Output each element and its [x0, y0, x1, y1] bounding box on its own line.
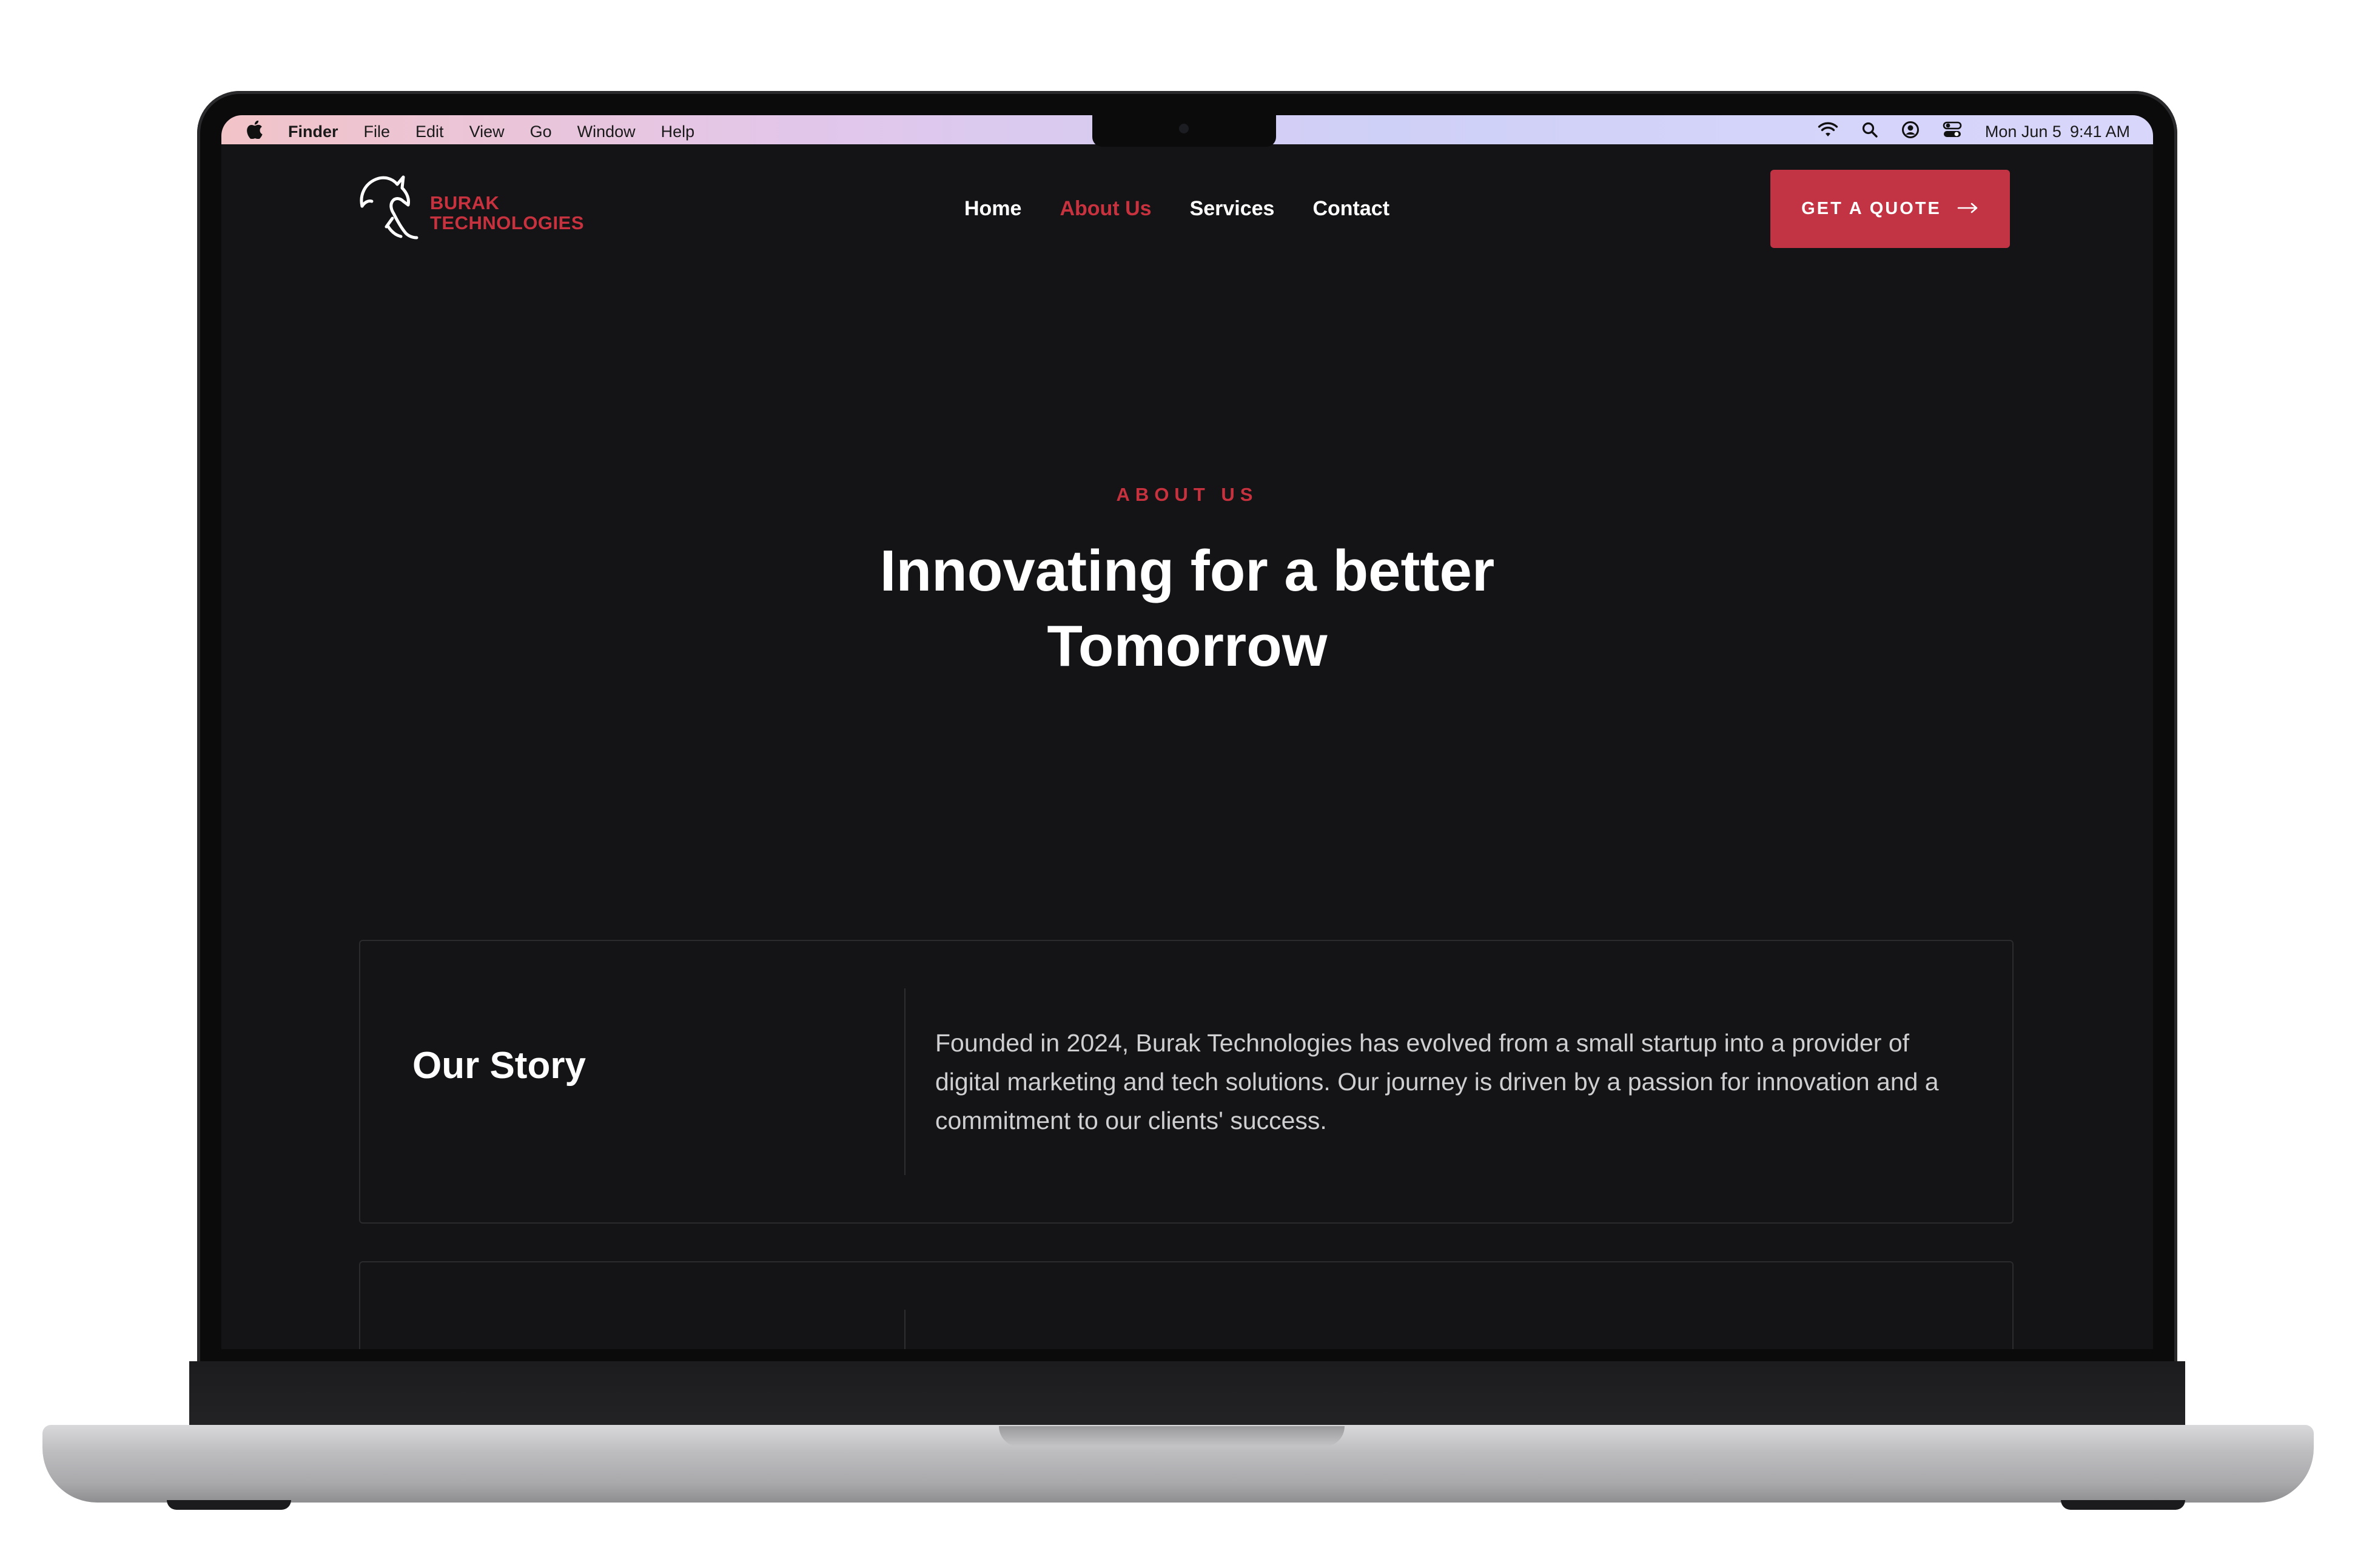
menu-help[interactable]: Help [661, 122, 695, 141]
menubar-time: 9:41 AM [2069, 122, 2130, 141]
menu-go[interactable]: Go [530, 122, 552, 141]
macos-menubar: Finder File Edit View Go Window Help Mon… [221, 115, 2153, 147]
menu-view[interactable]: View [469, 122, 505, 141]
nav-contact[interactable]: Contact [1312, 197, 1389, 221]
next-card [359, 1261, 2014, 1349]
laptop-foot-right [2061, 1500, 2185, 1510]
laptop-foot-left [167, 1500, 291, 1510]
story-title: Our Story [412, 1045, 586, 1087]
menu-finder[interactable]: Finder [288, 122, 338, 141]
wifi-icon[interactable] [1818, 122, 1838, 142]
section-eyebrow: ABOUT US [1116, 484, 1258, 505]
card-divider [904, 1310, 905, 1349]
apple-menu-icon[interactable] [247, 120, 263, 143]
menu-file[interactable]: File [364, 122, 391, 141]
menu-window[interactable]: Window [577, 122, 636, 141]
laptop-thumb-notch [999, 1426, 1345, 1447]
site-logo[interactable]: BURAK TECHNOLOGIES [356, 171, 584, 247]
laptop-chin [189, 1361, 2185, 1428]
camera-notch [1092, 115, 1276, 147]
nav-about-us[interactable]: About Us [1060, 197, 1151, 221]
horse-logo-icon [360, 175, 418, 240]
nav-services[interactable]: Services [1190, 197, 1275, 221]
cta-label: GET A QUOTE [1801, 199, 1941, 218]
menubar-date: Mon Jun 5 [1984, 122, 2061, 141]
logo-wordmark: BURAK TECHNOLOGIES [430, 193, 584, 233]
get-a-quote-button[interactable]: GET A QUOTE [1770, 170, 2010, 248]
arrow-right-icon [1957, 199, 1979, 219]
main-nav: Home About Us Services Contact [964, 197, 1389, 221]
camera-icon [1179, 124, 1189, 133]
control-center-icon[interactable] [1943, 121, 1962, 142]
nav-home[interactable]: Home [964, 197, 1021, 221]
logo-line-1: BURAK [430, 192, 500, 213]
logo-line-2: TECHNOLOGIES [430, 212, 585, 233]
hero-headline: Innovating for a better Tomorrow [221, 534, 2153, 684]
user-account-icon[interactable] [1901, 121, 1920, 143]
laptop-screen: Finder File Edit View Go Window Help Mon… [221, 115, 2153, 1349]
card-divider [904, 988, 905, 1175]
hero-headline-line-1: Innovating for a better [879, 538, 1495, 603]
hero-headline-line-2: Tomorrow [1047, 614, 1328, 678]
our-story-card: Our Story Founded in 2024, Burak Technol… [359, 940, 2014, 1224]
menubar-clock[interactable]: Mon Jun 5 9:41 AM [1985, 122, 2130, 141]
search-icon[interactable] [1861, 121, 1878, 142]
story-body: Founded in 2024, Burak Technologies has … [935, 1029, 1939, 1134]
menu-edit[interactable]: Edit [415, 122, 444, 141]
